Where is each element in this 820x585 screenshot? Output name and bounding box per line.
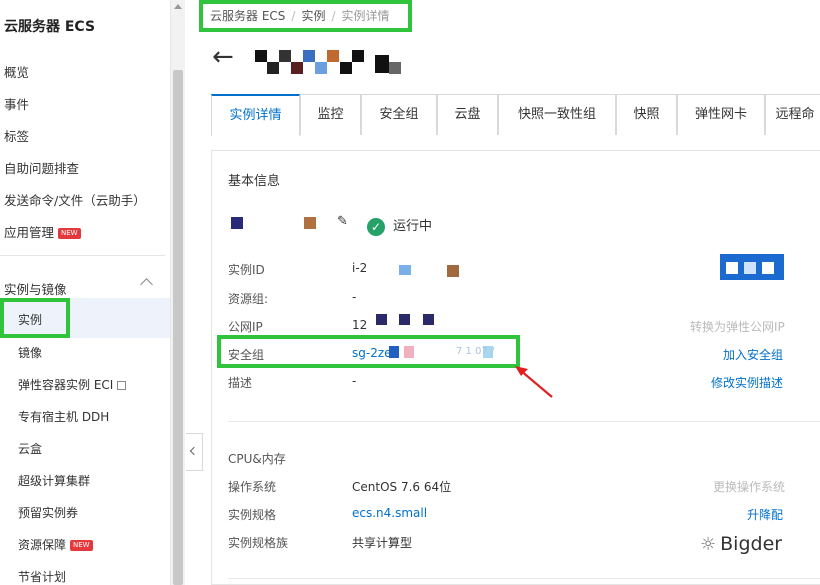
value-instance-type[interactable]: ecs.n4.small: [352, 506, 427, 520]
sidebar-item-ddh[interactable]: 专有宿主机 DDH: [18, 408, 109, 425]
sidebar-item-events[interactable]: 事件: [4, 94, 29, 113]
sidebar-item-cloudbox[interactable]: 云盒: [18, 440, 42, 457]
watermark-text: Bigder: [720, 533, 783, 555]
watermark: ☼ Bigder: [700, 533, 782, 555]
highlight-box-breadcrumb: [199, 0, 412, 32]
scrollbar-thumb[interactable]: [173, 70, 183, 585]
detail-tabs: 实例详情 监控 安全组 云盘 快照一致性组 快照 弹性网卡 远程命: [211, 94, 820, 136]
sidebar-item-images[interactable]: 镜像: [18, 344, 42, 361]
value-description: -: [352, 374, 357, 388]
sidebar-item-reserved-instances[interactable]: 预留实例券: [18, 504, 78, 521]
sidebar: 云服务器 ECS 概览 事件 标签 自助问题排查 发送命令/文件（云助手） 应用…: [0, 0, 170, 585]
highlight-box-instances: [0, 298, 70, 338]
masked-pixel: [399, 314, 410, 325]
sidebar-item-resource-assurance[interactable]: 资源保障 NEW: [18, 536, 93, 553]
change-os-link[interactable]: 更换操作系统: [713, 478, 785, 495]
status-text: 运行中: [393, 219, 433, 234]
new-badge: NEW: [70, 540, 93, 551]
value-public-ip: 12: [352, 318, 368, 332]
masked-pixel: [399, 265, 411, 275]
edit-description-link[interactable]: 修改实例描述: [711, 374, 783, 391]
label-instance-type: 实例规格: [228, 508, 277, 522]
tab-disks[interactable]: 云盘: [437, 94, 498, 135]
label-instance-family: 实例规格族: [228, 536, 289, 550]
tab-monitoring[interactable]: 监控: [300, 94, 361, 135]
sidebar-item-eci[interactable]: 弹性容器实例 ECI: [18, 376, 127, 393]
product-title: 云服务器 ECS: [4, 19, 96, 35]
sidebar-item-label: 应用管理: [4, 225, 55, 240]
section-title-basic-info: 基本信息: [228, 174, 281, 189]
label-os: 操作系统: [228, 480, 277, 494]
tab-eni[interactable]: 弹性网卡: [677, 94, 765, 135]
value-instance-id: i-2: [352, 261, 368, 275]
masked-pixel: [447, 265, 459, 277]
label-description: 描述: [228, 376, 253, 390]
edit-pencil-icon[interactable]: ✎: [337, 214, 348, 229]
sidebar-item-cloud-assistant[interactable]: 发送命令/文件（云助手）: [4, 190, 146, 209]
label-public-ip: 公网IP: [228, 320, 263, 334]
chevron-up-icon[interactable]: [140, 278, 153, 291]
sidebar-item-scc[interactable]: 超级计算集群: [18, 472, 90, 489]
wechat-icon: ☼: [700, 534, 717, 555]
label-resource-group: 资源组:: [228, 292, 269, 306]
tab-security-groups[interactable]: 安全组: [361, 94, 437, 135]
highlight-box-security-group: [217, 335, 520, 368]
convert-to-eip-link[interactable]: 转换为弹性公网IP: [690, 318, 785, 335]
sidebar-item-overview[interactable]: 概览: [4, 62, 29, 81]
sidebar-item-app-management[interactable]: 应用管理 NEW: [4, 222, 81, 241]
add-to-security-group-link[interactable]: 加入安全组: [723, 346, 783, 363]
sidebar-item-savings-plan[interactable]: 节省计划: [18, 568, 66, 585]
sidebar-item-troubleshoot[interactable]: 自助问题排查: [4, 158, 79, 177]
section-divider: [228, 421, 820, 422]
value-resource-group: -: [352, 290, 357, 304]
label-cpu-memory: CPU&内存: [228, 452, 286, 466]
sidebar-group-instances-images[interactable]: 实例与镜像: [4, 279, 67, 298]
collapse-sidebar-button[interactable]: [186, 433, 203, 471]
new-badge: NEW: [58, 228, 81, 239]
tab-instance-details[interactable]: 实例详情: [211, 94, 300, 136]
section-divider: [228, 578, 820, 579]
scroll-up-icon[interactable]: [174, 4, 182, 10]
tab-snapshot-consistency-groups[interactable]: 快照一致性组: [498, 94, 616, 135]
sidebar-scrollbar[interactable]: [170, 0, 185, 585]
status-running: ✓ 运行中: [367, 215, 432, 236]
value-instance-family: 共享计算型: [352, 536, 413, 550]
chevron-left-icon: [189, 446, 199, 456]
sidebar-item-label: 弹性容器实例 ECI: [18, 378, 114, 392]
check-circle-icon: ✓: [367, 217, 385, 236]
value-os: CentOS 7.6 64位: [352, 480, 452, 494]
tab-remote-command[interactable]: 远程命: [765, 94, 820, 135]
external-link-icon: [117, 381, 127, 390]
label-instance-id: 实例ID: [228, 263, 265, 277]
masked-pixel: [423, 314, 434, 325]
sidebar-item-tags[interactable]: 标签: [4, 126, 29, 145]
change-spec-link[interactable]: 升降配: [747, 506, 783, 523]
sidebar-item-label: 资源保障: [18, 538, 67, 552]
back-arrow-icon[interactable]: ←: [212, 44, 234, 70]
sidebar-divider: [0, 255, 165, 256]
masked-pixel: [376, 314, 387, 325]
tab-snapshots[interactable]: 快照: [616, 94, 677, 135]
red-arrow-annotation: [515, 366, 553, 398]
